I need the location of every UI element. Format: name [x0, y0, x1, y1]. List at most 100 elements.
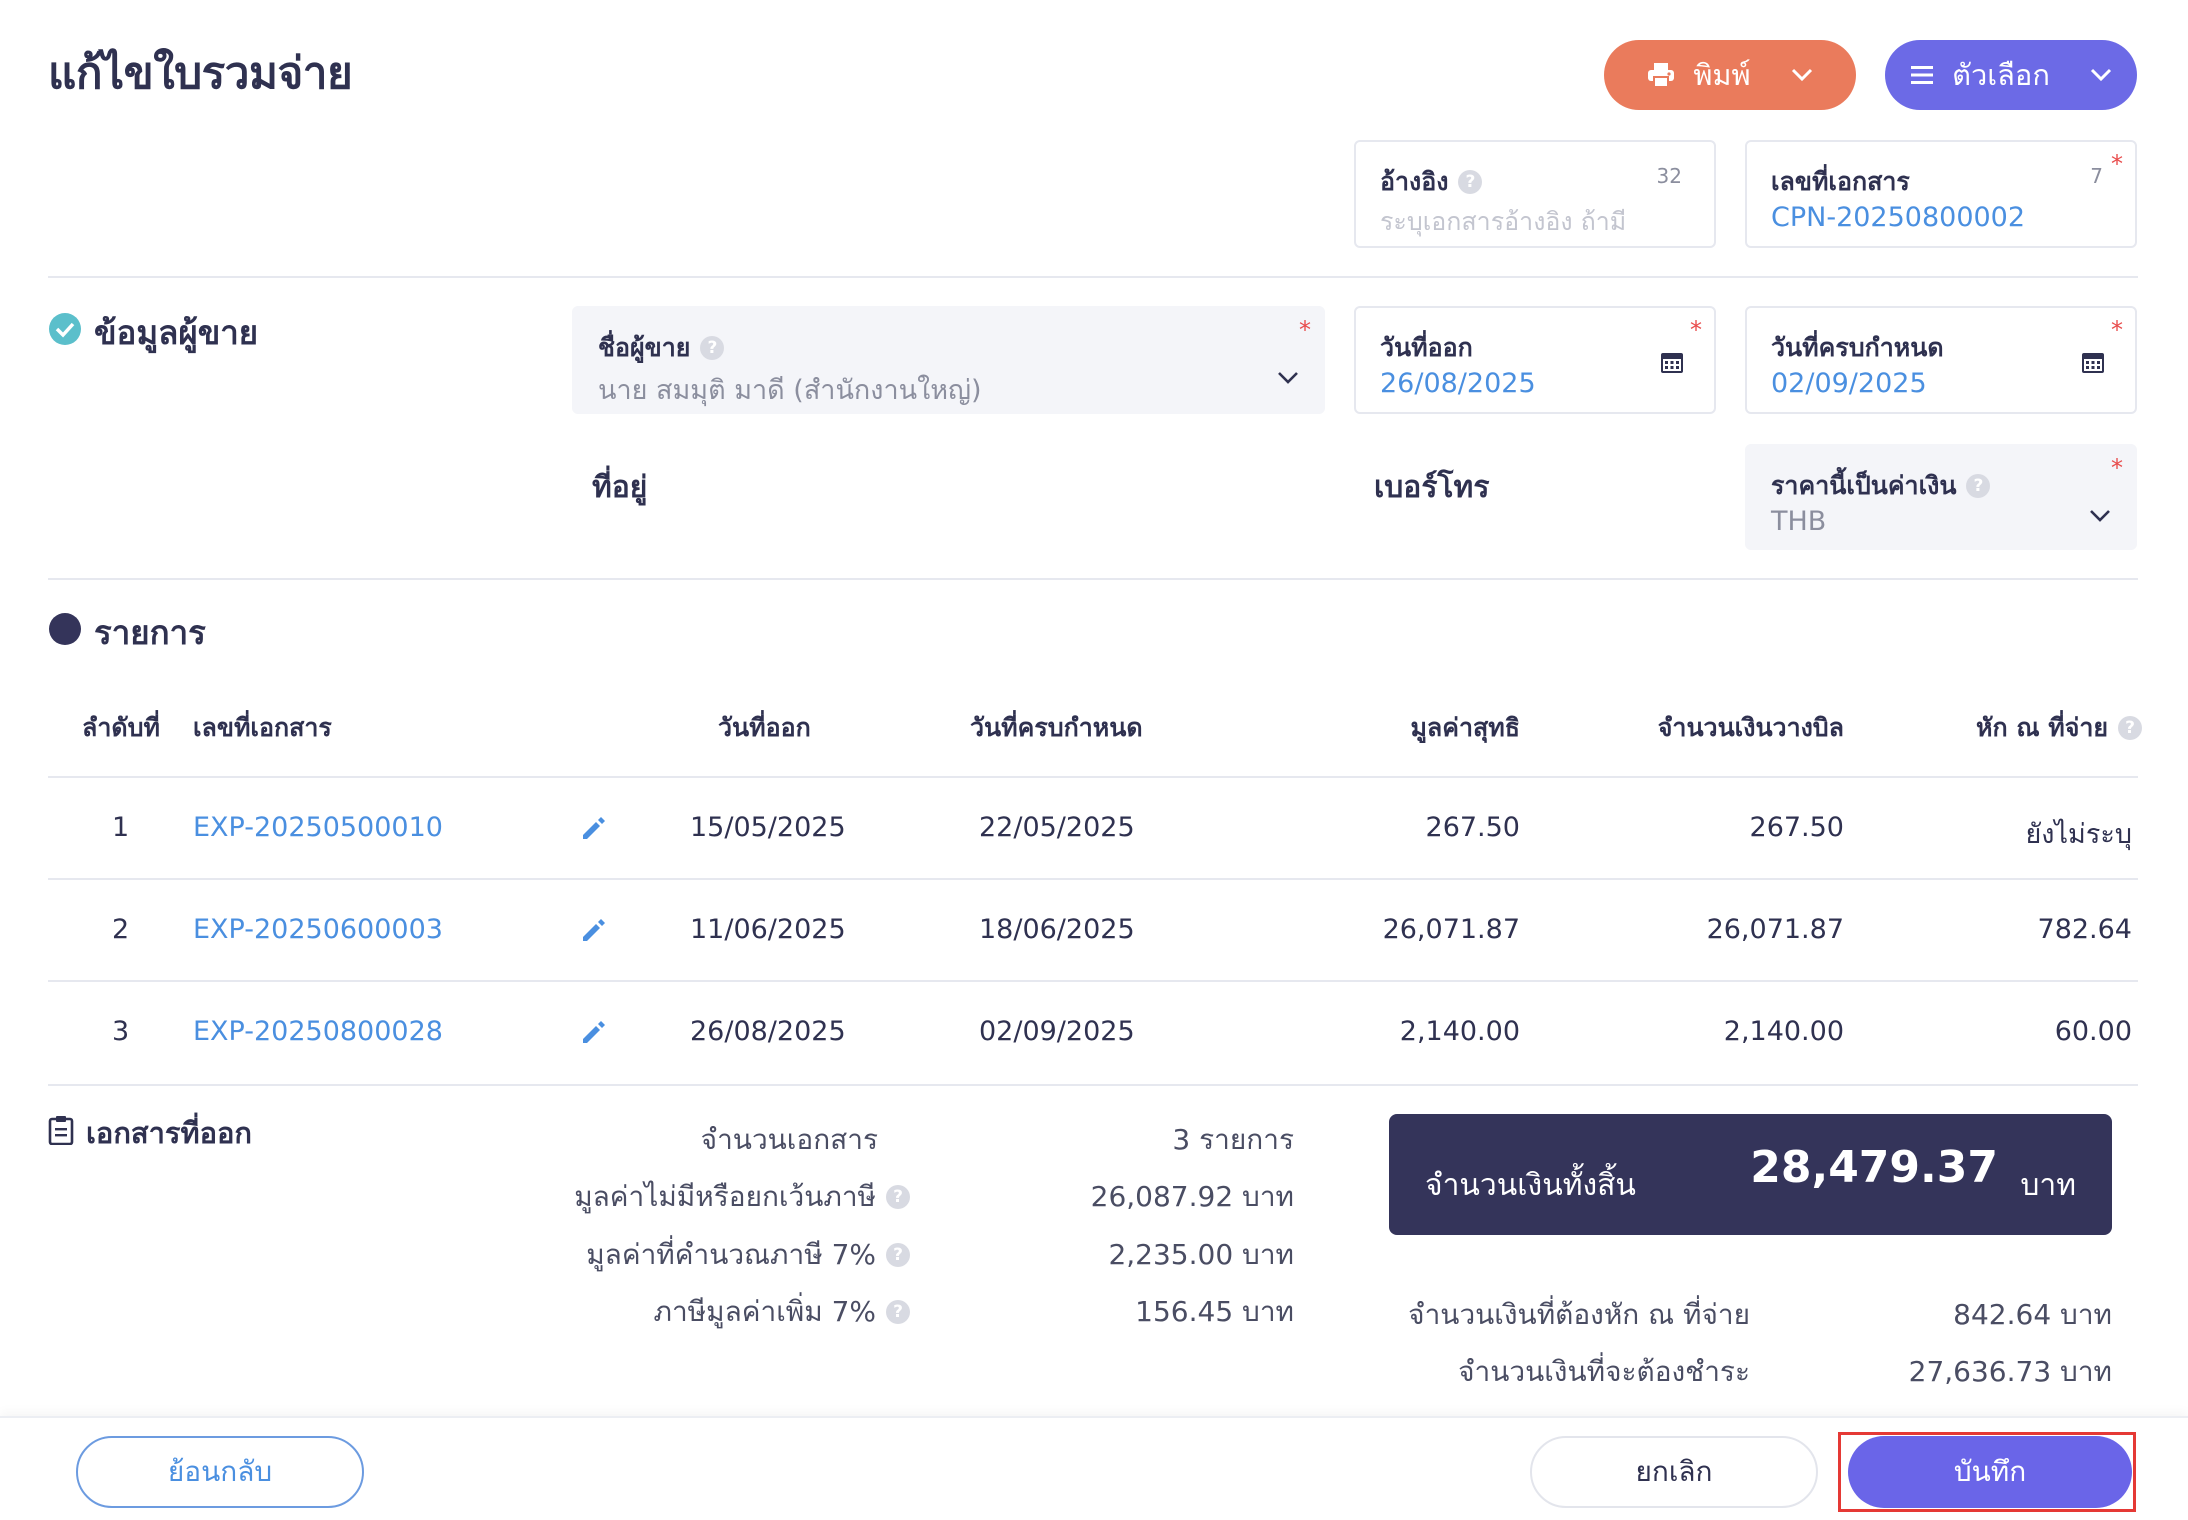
- taxable-label: มูลค่าที่คำนวณภาษี 7%?: [586, 1233, 910, 1277]
- required-marker: *: [2111, 150, 2123, 178]
- back-button[interactable]: ย้อนกลับ: [76, 1436, 364, 1508]
- pencil-icon[interactable]: [580, 1018, 608, 1050]
- table-row-withholding: 60.00: [2054, 1016, 2132, 1047]
- column-header-billing-amount: จำนวนเงินวางบิล: [1657, 713, 1844, 742]
- divider: [48, 878, 2138, 880]
- printer-icon: [1647, 62, 1675, 88]
- pencil-icon[interactable]: [580, 814, 608, 846]
- vat-value: 156.45 บาท: [1135, 1295, 1294, 1328]
- divider: [48, 276, 2138, 278]
- column-header-seq: ลำดับที่: [82, 713, 160, 742]
- seller-name-label: ชื่อผู้ขาย: [598, 333, 691, 362]
- help-icon: ?: [1458, 170, 1483, 194]
- due-date-label: วันที่ครบกำหนด: [1771, 333, 1944, 362]
- currency-value: THB: [1771, 506, 1827, 537]
- required-marker: *: [2111, 454, 2123, 482]
- table-row-due-date: 02/09/2025: [979, 1016, 1135, 1047]
- required-marker: *: [1690, 316, 1702, 344]
- column-header-withholding: หัก ณ ที่จ่าย ?: [1976, 708, 2143, 748]
- address-label: ที่อยู่: [592, 470, 648, 505]
- reference-input[interactable]: ระบุเอกสารอ้างอิง ถ้ามี: [1380, 202, 1626, 242]
- reference-label: อ้างอิง: [1380, 167, 1449, 196]
- non-taxable-label: มูลค่าไม่มีหรือยกเว้นภาษี?: [574, 1175, 910, 1219]
- check-circle-icon: [48, 312, 82, 354]
- phone-label: เบอร์โทร: [1374, 470, 1490, 505]
- table-row-withholding: 782.64: [2037, 914, 2132, 945]
- column-header-net-value: มูลค่าสุทธิ: [1410, 713, 1520, 742]
- reference-char-count: 32: [1656, 164, 1682, 188]
- table-row-seq: 1: [112, 812, 130, 843]
- grand-total-box: จำนวนเงินทั้งสิ้น 28,479.37 บาท: [1389, 1114, 2112, 1235]
- help-icon: ?: [1966, 474, 1991, 498]
- doc-count-label: จำนวนเอกสาร: [700, 1123, 878, 1156]
- divider: [48, 578, 2138, 580]
- table-row-doc-link[interactable]: EXP-20250600003: [193, 914, 443, 945]
- divider: [48, 1084, 2138, 1086]
- taxable-value: 2,235.00 บาท: [1108, 1238, 1294, 1271]
- chevron-down-icon: [1277, 370, 1299, 389]
- help-icon: ?: [886, 1185, 910, 1209]
- column-header-issue-date: วันที่ออก: [718, 713, 811, 742]
- print-label: พิมพ์: [1693, 58, 1751, 92]
- chevron-down-icon: [1791, 68, 1813, 82]
- grand-total-label: จำนวนเงินทั้งสิ้น: [1425, 1168, 1636, 1203]
- table-row-doc-link[interactable]: EXP-20250800028: [193, 1016, 443, 1047]
- non-taxable-value: 26,087.92 บาท: [1090, 1180, 1294, 1213]
- table-row-issue-date: 11/06/2025: [690, 914, 846, 945]
- payable-value: 27,636.73 บาท: [1908, 1355, 2112, 1388]
- doc-number-input[interactable]: CPN-20250800002: [1771, 202, 2025, 233]
- calendar-icon[interactable]: [2081, 350, 2105, 378]
- doc-number-field[interactable]: เลขที่เอกสาร 7 * CPN-20250800002: [1745, 140, 2137, 248]
- cancel-button[interactable]: ยกเลิก: [1530, 1436, 1818, 1508]
- page-title: แก้ไขใบรวมจ่าย: [48, 48, 353, 99]
- due-date-field[interactable]: วันที่ครบกำหนด * 02/09/2025: [1745, 306, 2137, 414]
- due-date-input[interactable]: 02/09/2025: [1771, 368, 1927, 399]
- doc-number-char-count: 7: [2090, 164, 2103, 188]
- table-row-seq: 2: [112, 914, 130, 945]
- doc-count-value: 3 รายการ: [1172, 1123, 1294, 1156]
- payable-label: จำนวนเงินที่จะต้องชำระ: [1458, 1355, 1750, 1388]
- help-icon: ?: [700, 336, 725, 360]
- issue-date-input[interactable]: 26/08/2025: [1380, 368, 1536, 399]
- required-marker: *: [2111, 316, 2123, 344]
- table-row-net-value: 26,071.87: [1382, 914, 1520, 945]
- save-button[interactable]: บันทึก: [1848, 1436, 2132, 1508]
- vat-label: ภาษีมูลค่าเพิ่ม 7%?: [653, 1290, 910, 1334]
- table-row-doc-link[interactable]: EXP-20250500010: [193, 812, 443, 843]
- withholding-total-value: 842.64 บาท: [1953, 1298, 2112, 1331]
- menu-icon: [1910, 65, 1934, 85]
- seller-name-select[interactable]: ชื่อผู้ขาย? * นาย สมมุติ มาดี (สำนักงานใ…: [572, 306, 1325, 414]
- seller-name-value: นาย สมมุติ มาดี (สำนักงานใหญ่): [598, 375, 982, 406]
- issue-date-field[interactable]: วันที่ออก * 26/08/2025: [1354, 306, 1716, 414]
- status-dot-icon: [48, 612, 82, 654]
- table-row-net-value: 267.50: [1425, 812, 1520, 843]
- chevron-down-icon: [2089, 508, 2111, 527]
- table-row-issue-date: 26/08/2025: [690, 1016, 846, 1047]
- column-header-due-date: วันที่ครบกำหนด: [970, 713, 1143, 742]
- table-row-due-date: 22/05/2025: [979, 812, 1135, 843]
- table-row-withholding: ยังไม่ระบุ: [2025, 819, 2132, 850]
- doc-number-label: เลขที่เอกสาร: [1771, 167, 1910, 196]
- grand-total-amount: 28,479.37: [1750, 1142, 1998, 1193]
- table-row-due-date: 18/06/2025: [979, 914, 1135, 945]
- options-button[interactable]: ตัวเลือก: [1885, 40, 2137, 110]
- divider: [48, 980, 2138, 982]
- options-label: ตัวเลือก: [1952, 58, 2050, 92]
- currency-select[interactable]: ราคานี้เป็นค่าเงิน? * THB: [1745, 444, 2137, 550]
- print-button[interactable]: พิมพ์: [1604, 40, 1856, 110]
- divider: [48, 776, 2138, 778]
- chevron-down-icon: [2090, 68, 2112, 82]
- help-icon: ?: [2118, 716, 2143, 740]
- grand-total-unit: บาท: [2020, 1168, 2076, 1203]
- table-row-seq: 3: [112, 1016, 130, 1047]
- items-section-title: รายการ: [48, 606, 206, 659]
- calendar-icon[interactable]: [1660, 350, 1684, 378]
- reference-field[interactable]: อ้างอิง? 32 ระบุเอกสารอ้างอิง ถ้ามี: [1354, 140, 1716, 248]
- help-icon: ?: [886, 1243, 910, 1267]
- table-row-billing-amount: 267.50: [1749, 812, 1844, 843]
- table-row-billing-amount: 2,140.00: [1723, 1016, 1844, 1047]
- seller-section-title: ข้อมูลผู้ขาย: [48, 306, 258, 359]
- help-icon: ?: [886, 1300, 910, 1324]
- pencil-icon[interactable]: [580, 916, 608, 948]
- required-marker: *: [1299, 316, 1311, 344]
